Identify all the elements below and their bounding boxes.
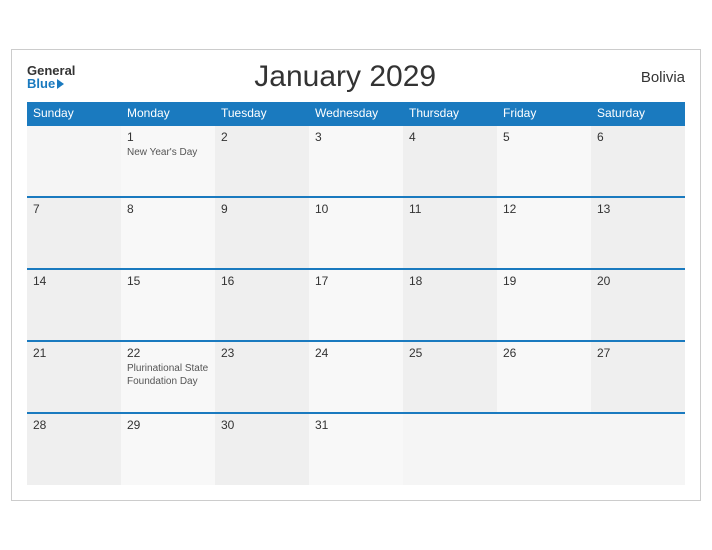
- day-cell: 5: [497, 125, 591, 197]
- day-cell: 13: [591, 197, 685, 269]
- day-cell: 28: [27, 413, 121, 485]
- calendar-title: January 2029: [75, 60, 615, 94]
- logo-area: General Blue: [27, 64, 75, 90]
- day-cell: 26: [497, 341, 591, 413]
- day-cell: 4: [403, 125, 497, 197]
- day-cell: 16: [215, 269, 309, 341]
- day-number: 12: [503, 202, 585, 216]
- day-cell: [591, 413, 685, 485]
- day-number: 4: [409, 130, 491, 144]
- day-number: 13: [597, 202, 679, 216]
- country-label: Bolivia: [615, 69, 685, 86]
- day-number: 15: [127, 274, 209, 288]
- day-number: 2: [221, 130, 303, 144]
- day-cell: 21: [27, 341, 121, 413]
- day-cell: 10: [309, 197, 403, 269]
- day-cell: 24: [309, 341, 403, 413]
- day-number: 27: [597, 346, 679, 360]
- day-cell: 6: [591, 125, 685, 197]
- day-cell: 9: [215, 197, 309, 269]
- day-number: 1: [127, 130, 209, 144]
- header-tuesday: Tuesday: [215, 102, 309, 125]
- day-number: 3: [315, 130, 397, 144]
- calendar-grid: Sunday Monday Tuesday Wednesday Thursday…: [27, 102, 685, 485]
- day-cell: 22 Plurinational State Foundation Day: [121, 341, 215, 413]
- calendar-header: General Blue January 2029 Bolivia: [27, 60, 685, 94]
- day-cell: 2: [215, 125, 309, 197]
- day-number: 20: [597, 274, 679, 288]
- day-number: 28: [33, 418, 115, 432]
- day-number: 23: [221, 346, 303, 360]
- day-number: 17: [315, 274, 397, 288]
- holiday-name: New Year's Day: [127, 146, 209, 159]
- week-row-3: 14 15 16 17 18 19 20: [27, 269, 685, 341]
- day-cell: 18: [403, 269, 497, 341]
- day-number: 26: [503, 346, 585, 360]
- day-cell: 30: [215, 413, 309, 485]
- header-friday: Friday: [497, 102, 591, 125]
- day-cell: 19: [497, 269, 591, 341]
- day-number: 7: [33, 202, 115, 216]
- day-cell: 1 New Year's Day: [121, 125, 215, 197]
- week-row-2: 789 10 11 12 13: [27, 197, 685, 269]
- day-cell: 11: [403, 197, 497, 269]
- day-number: 14: [33, 274, 115, 288]
- day-number: 6: [597, 130, 679, 144]
- day-number: 11: [409, 202, 491, 216]
- logo-triangle-icon: [57, 79, 64, 89]
- day-number: 18: [409, 274, 491, 288]
- calendar-container: General Blue January 2029 Bolivia Sunday…: [11, 49, 701, 501]
- day-cell: 14: [27, 269, 121, 341]
- day-number: 21: [33, 346, 115, 360]
- day-cell: 25: [403, 341, 497, 413]
- day-number: 25: [409, 346, 491, 360]
- day-number: 5: [503, 130, 585, 144]
- header-monday: Monday: [121, 102, 215, 125]
- header-sunday: Sunday: [27, 102, 121, 125]
- weekday-header-row: Sunday Monday Tuesday Wednesday Thursday…: [27, 102, 685, 125]
- holiday-name: Plurinational State Foundation Day: [127, 362, 209, 388]
- day-cell: [403, 413, 497, 485]
- header-saturday: Saturday: [591, 102, 685, 125]
- day-cell: 7: [27, 197, 121, 269]
- day-number: 22: [127, 346, 209, 360]
- day-number: 9: [221, 202, 303, 216]
- day-cell: 23: [215, 341, 309, 413]
- day-number: 31: [315, 418, 397, 432]
- day-number: 19: [503, 274, 585, 288]
- day-cell: 29: [121, 413, 215, 485]
- day-cell: 15: [121, 269, 215, 341]
- day-cell: 20: [591, 269, 685, 341]
- week-row-1: 1 New Year's Day 23456: [27, 125, 685, 197]
- day-cell: 31: [309, 413, 403, 485]
- day-cell: 12: [497, 197, 591, 269]
- day-cell: 3: [309, 125, 403, 197]
- header-wednesday: Wednesday: [309, 102, 403, 125]
- day-number: 8: [127, 202, 209, 216]
- day-cell: [27, 125, 121, 197]
- day-cell: 27: [591, 341, 685, 413]
- week-row-4: 21 22 Plurinational State Foundation Day 23…: [27, 341, 685, 413]
- week-row-5: 28 29 30 31: [27, 413, 685, 485]
- day-number: 29: [127, 418, 209, 432]
- day-number: 10: [315, 202, 397, 216]
- day-number: 30: [221, 418, 303, 432]
- day-cell: [497, 413, 591, 485]
- day-number: 24: [315, 346, 397, 360]
- day-cell: 17: [309, 269, 403, 341]
- day-number: 16: [221, 274, 303, 288]
- logo-blue-text: Blue: [27, 77, 64, 90]
- header-thursday: Thursday: [403, 102, 497, 125]
- day-cell: 8: [121, 197, 215, 269]
